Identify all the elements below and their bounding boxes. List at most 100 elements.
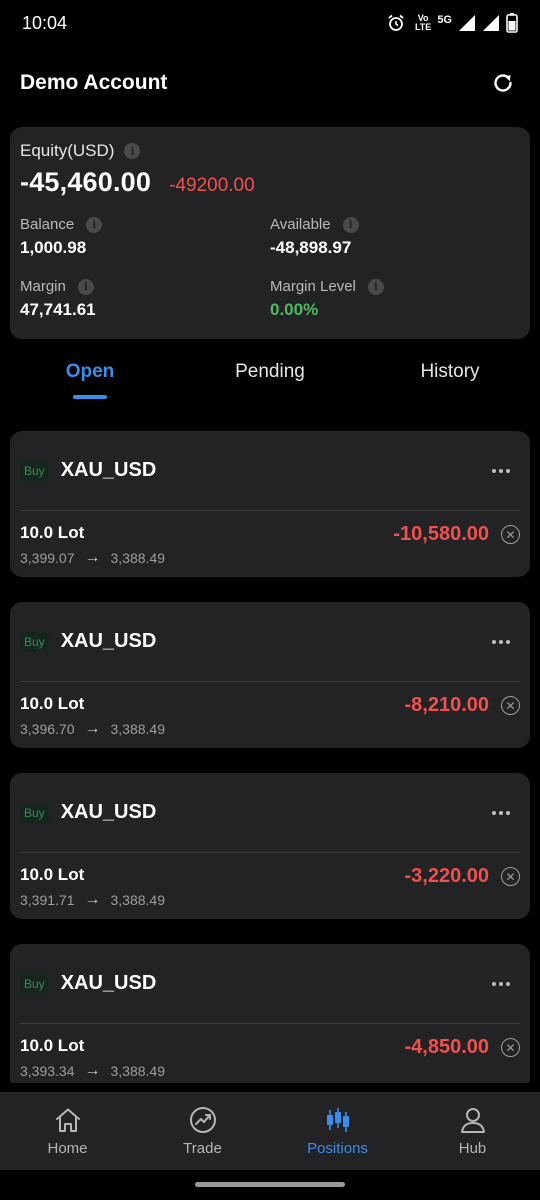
open-price: 3,399.07 <box>20 550 75 566</box>
current-price: 3,388.49 <box>110 892 166 908</box>
status-time: 10:04 <box>22 12 68 33</box>
position-details: 10.0 Lot 3,391.71 → 3,388.49 -3,220.00 ✕ <box>20 865 520 915</box>
more-dots-icon <box>492 810 496 815</box>
more-options-button[interactable] <box>482 632 520 652</box>
info-icon[interactable]: i <box>77 278 94 295</box>
position-card[interactable]: Buy XAU_USD 10.0 Lot 3,396.70 → 3,388.49… <box>10 602 530 748</box>
equity-label: Equity(USD) <box>20 141 115 160</box>
battery-icon <box>506 13 518 33</box>
nav-hub[interactable]: Hub <box>405 1093 540 1170</box>
profit-loss: -3,220.00 <box>404 865 489 887</box>
price-row: 3,393.34 → 3,388.49 <box>20 1062 520 1080</box>
volte-icon: Vo LTE <box>415 14 431 32</box>
margin-stat: Margin i 47,741.61 <box>20 278 270 320</box>
pnl-row: -8,210.00 ✕ <box>404 694 520 717</box>
open-price: 3,396.70 <box>20 721 75 737</box>
signal-icon <box>459 15 475 31</box>
equity-value: -45,460.00 <box>20 167 152 197</box>
info-icon[interactable]: i <box>124 143 141 159</box>
nav-trade-label: Trade <box>183 1140 222 1157</box>
nav-home-label: Home <box>47 1140 88 1157</box>
arrow-right-icon: → <box>84 1062 101 1079</box>
position-card[interactable]: Buy XAU_USD 10.0 Lot 3,399.07 → 3,388.49… <box>10 431 530 577</box>
balance-label: Balance <box>20 216 75 233</box>
more-options-button[interactable] <box>482 803 520 823</box>
home-indicator[interactable] <box>195 1182 345 1187</box>
position-card[interactable]: Buy XAU_USD 10.0 Lot 3,391.71 → 3,388.49… <box>10 773 530 919</box>
info-icon[interactable]: i <box>342 216 359 233</box>
bottom-nav: Home Trade Positions Hub <box>0 1092 540 1170</box>
current-price: 3,388.49 <box>110 721 166 737</box>
divider <box>20 681 520 682</box>
close-position-icon[interactable]: ✕ <box>501 525 520 544</box>
more-dots-icon <box>492 981 496 986</box>
position-header: Buy XAU_USD <box>10 431 530 510</box>
arrow-right-icon: → <box>84 549 101 566</box>
close-position-icon[interactable]: ✕ <box>501 1038 520 1057</box>
margin-level-stat: Margin Level i 0.00% <box>270 278 520 320</box>
position-card[interactable]: Buy XAU_USD 10.0 Lot 3,393.34 → 3,388.49… <box>10 944 530 1083</box>
pnl-row: -10,580.00 ✕ <box>393 523 520 546</box>
signal-icon <box>483 15 499 31</box>
position-details: 10.0 Lot 3,393.34 → 3,388.49 -4,850.00 ✕ <box>20 1036 520 1083</box>
profit-loss: -8,210.00 <box>404 694 489 716</box>
more-dots-icon <box>492 639 496 644</box>
nav-positions-label: Positions <box>307 1140 368 1157</box>
side-badge: Buy <box>20 973 49 994</box>
tab-history[interactable]: History <box>360 350 540 402</box>
pnl-row: -3,220.00 ✕ <box>404 865 520 888</box>
divider <box>20 852 520 853</box>
profit-loss: -4,850.00 <box>404 1036 489 1058</box>
more-options-button[interactable] <box>482 974 520 994</box>
pnl-row: -4,850.00 ✕ <box>404 1036 520 1059</box>
divider <box>20 510 520 511</box>
margin-value: 47,741.61 <box>20 300 96 319</box>
margin-label: Margin <box>20 278 66 295</box>
margin-level-label: Margin Level <box>270 278 356 295</box>
side-badge: Buy <box>20 802 49 823</box>
network-type: 5G <box>437 13 452 26</box>
position-details: 10.0 Lot 3,399.07 → 3,388.49 -10,580.00 … <box>20 523 520 573</box>
close-position-icon[interactable]: ✕ <box>501 867 520 886</box>
position-details: 10.0 Lot 3,396.70 → 3,388.49 -8,210.00 ✕ <box>20 694 520 744</box>
available-value: -48,898.97 <box>270 238 352 257</box>
position-header: Buy XAU_USD <box>10 602 530 681</box>
equity-label-row: Equity(USD) i <box>20 141 520 161</box>
info-icon[interactable]: i <box>367 278 384 295</box>
nav-trade[interactable]: Trade <box>135 1093 270 1170</box>
arrow-right-icon: → <box>84 891 101 908</box>
tab-open[interactable]: Open <box>0 350 180 402</box>
available-label: Available <box>270 216 331 233</box>
side-badge: Buy <box>20 631 49 652</box>
profit-loss: -10,580.00 <box>393 523 489 545</box>
margin-level-value: 0.00% <box>270 300 319 319</box>
home-icon <box>55 1108 80 1132</box>
account-stats: Balance i 1,000.98 Available i -48,898.9… <box>20 216 520 320</box>
app-header: Demo Account <box>0 58 540 108</box>
position-header: Buy XAU_USD <box>10 773 530 852</box>
price-row: 3,396.70 → 3,388.49 <box>20 720 520 738</box>
close-position-icon[interactable]: ✕ <box>501 696 520 715</box>
equity-row: -45,460.00 -49200.00 <box>20 167 520 198</box>
nav-home[interactable]: Home <box>0 1093 135 1170</box>
price-row: 3,391.71 → 3,388.49 <box>20 891 520 909</box>
symbol: XAU_USD <box>60 630 157 652</box>
current-price: 3,388.49 <box>110 1063 166 1079</box>
price-row: 3,399.07 → 3,388.49 <box>20 549 520 567</box>
nav-positions[interactable]: Positions <box>270 1093 405 1170</box>
arrow-right-icon: → <box>84 720 101 737</box>
balance-stat: Balance i 1,000.98 <box>20 216 270 258</box>
symbol: XAU_USD <box>60 801 157 823</box>
tab-pending[interactable]: Pending <box>180 350 360 402</box>
user-icon <box>460 1108 485 1133</box>
positions-tabs: Open Pending History <box>0 350 540 402</box>
refresh-button[interactable] <box>486 66 520 100</box>
balance-value: 1,000.98 <box>20 238 87 257</box>
open-price: 3,393.34 <box>20 1063 75 1079</box>
open-price: 3,391.71 <box>20 892 75 908</box>
info-icon[interactable]: i <box>86 216 103 233</box>
symbol: XAU_USD <box>60 459 157 481</box>
more-options-button[interactable] <box>482 461 520 481</box>
symbol: XAU_USD <box>60 972 157 994</box>
side-badge: Buy <box>20 460 49 481</box>
